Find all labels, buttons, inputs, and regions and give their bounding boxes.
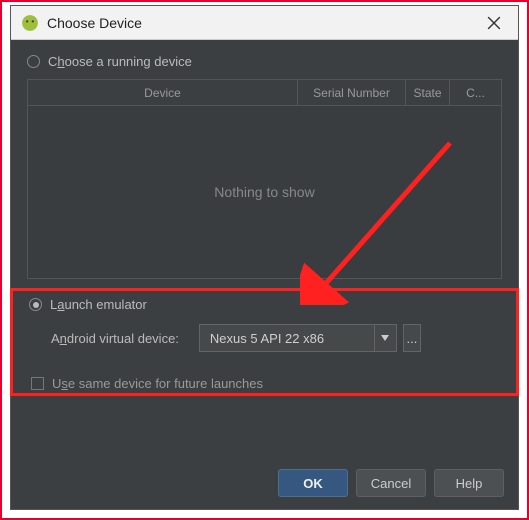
avd-selected-text: Nexus 5 API 22 x86 xyxy=(200,331,374,346)
titlebar: Choose Device xyxy=(11,6,518,40)
help-button[interactable]: Help xyxy=(434,469,504,497)
remember-label: Use same device for future launches xyxy=(52,376,263,391)
avd-combobox[interactable]: Nexus 5 API 22 x86 xyxy=(199,324,397,352)
ok-button[interactable]: OK xyxy=(278,469,348,497)
close-button[interactable] xyxy=(480,9,508,37)
checkbox-icon xyxy=(31,377,44,390)
dialog-window: Choose Device Choose a running device De… xyxy=(10,5,519,510)
avd-browse-button[interactable]: ... xyxy=(403,324,421,352)
th-state[interactable]: State xyxy=(406,80,450,105)
window-title: Choose Device xyxy=(47,15,480,31)
remember-checkbox[interactable]: Use same device for future launches xyxy=(31,376,502,391)
avd-label: Android virtual device: xyxy=(51,331,179,346)
button-row: OK Cancel Help xyxy=(11,457,518,509)
table-header: Device Serial Number State C... xyxy=(28,80,501,106)
choose-running-radio[interactable]: Choose a running device xyxy=(27,54,502,69)
radio-icon xyxy=(27,55,40,68)
dialog-body: Choose a running device Device Serial Nu… xyxy=(11,40,518,457)
avd-controls: Nexus 5 API 22 x86 ... xyxy=(199,324,421,352)
th-device[interactable]: Device xyxy=(28,80,298,105)
app-icon xyxy=(21,14,39,32)
empty-text: Nothing to show xyxy=(214,184,314,200)
choose-running-label: Choose a running device xyxy=(48,54,192,69)
device-table: Device Serial Number State C... Nothing … xyxy=(27,79,502,279)
chevron-down-icon xyxy=(381,335,389,341)
th-serial[interactable]: Serial Number xyxy=(298,80,406,105)
avd-row: Android virtual device: Nexus 5 API 22 x… xyxy=(51,324,500,352)
radio-icon xyxy=(29,298,42,311)
th-compat[interactable]: C... xyxy=(450,80,501,105)
launch-emulator-section: Launch emulator Android virtual device: … xyxy=(27,291,502,358)
close-icon xyxy=(487,16,501,30)
avd-dropdown-button[interactable] xyxy=(374,325,396,351)
launch-emulator-label: Launch emulator xyxy=(50,297,147,312)
launch-emulator-radio[interactable]: Launch emulator xyxy=(29,297,500,312)
table-body-empty: Nothing to show xyxy=(28,106,501,278)
cancel-button[interactable]: Cancel xyxy=(356,469,426,497)
